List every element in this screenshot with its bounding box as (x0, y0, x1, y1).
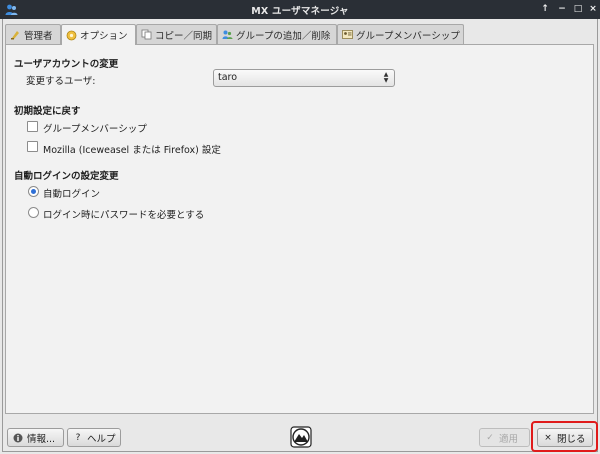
window-minimize-button[interactable]: − (555, 2, 569, 16)
window-maximize-button[interactable]: □ (571, 2, 585, 16)
tab-admin-label: 管理者 (24, 30, 53, 42)
window-close-button[interactable]: × (586, 2, 600, 16)
tab-copy-sync-label: コピー／同期 (155, 30, 213, 42)
title-bar: MX ユーザマネージャ ↑ − □ × (0, 0, 600, 19)
user-select-value: taro (218, 72, 238, 83)
autologin-section-title: 自動ログインの設定変更 (14, 171, 119, 182)
copy-sync-icon (141, 29, 152, 40)
reset-mozilla-label[interactable]: Mozilla (Iceweasel または Firefox) 設定 (43, 142, 221, 156)
help-button-label: ヘルプ (87, 433, 116, 445)
question-icon: ? (75, 432, 81, 443)
help-button[interactable]: ? ヘルプ (67, 428, 121, 447)
about-button-label: 情報... (27, 433, 56, 445)
tab-copy-sync[interactable]: コピー／同期 (136, 24, 217, 44)
user-select-combobox[interactable]: taro ▲ ▼ (213, 69, 395, 87)
apply-button-label: 適用 (499, 433, 519, 445)
tab-options[interactable]: オプション (61, 24, 136, 45)
reset-group-membership-label[interactable]: グループメンバーシップ (43, 121, 147, 135)
tab-options-label: オプション (80, 31, 128, 42)
autologin-enable-label[interactable]: 自動ログイン (43, 186, 100, 200)
group-add-remove-icon (222, 30, 233, 39)
mx-logo-icon (290, 426, 312, 448)
window-raise-button[interactable]: ↑ (538, 2, 552, 16)
reset-mozilla-checkbox[interactable] (27, 141, 38, 152)
options-panel (5, 44, 594, 414)
updown-arrows-icon: ▲ ▼ (383, 71, 389, 84)
tab-group-membership-label: グループメンバーシップ (356, 30, 460, 42)
options-icon (66, 30, 77, 40)
tab-group-add-remove[interactable]: グループの追加／削除 (217, 24, 337, 44)
info-icon (13, 433, 23, 442)
account-section-title: ユーザアカウントの変更 (14, 59, 119, 70)
autologin-require-password-radio[interactable] (28, 207, 39, 218)
tab-group-add-remove-label: グループの追加／削除 (236, 30, 331, 42)
reset-section-title: 初期設定に戻す (14, 106, 81, 117)
window-title: MX ユーザマネージャ (251, 6, 349, 17)
user-select-label: 変更するユーザ: (26, 76, 96, 87)
apply-button[interactable]: ✓ 適用 (479, 428, 530, 447)
admin-icon (11, 31, 19, 40)
tab-admin[interactable]: 管理者 (5, 24, 61, 44)
reset-group-membership-checkbox[interactable] (27, 121, 38, 132)
close-button-highlight (531, 421, 598, 452)
check-icon: ✓ (486, 432, 494, 443)
about-button[interactable]: 情報... (7, 428, 64, 447)
group-membership-icon (342, 30, 353, 39)
tab-group-membership[interactable]: グループメンバーシップ (337, 24, 464, 44)
autologin-require-password-label[interactable]: ログイン時にパスワードを必要とする (43, 207, 204, 221)
autologin-enable-radio[interactable] (28, 186, 39, 197)
